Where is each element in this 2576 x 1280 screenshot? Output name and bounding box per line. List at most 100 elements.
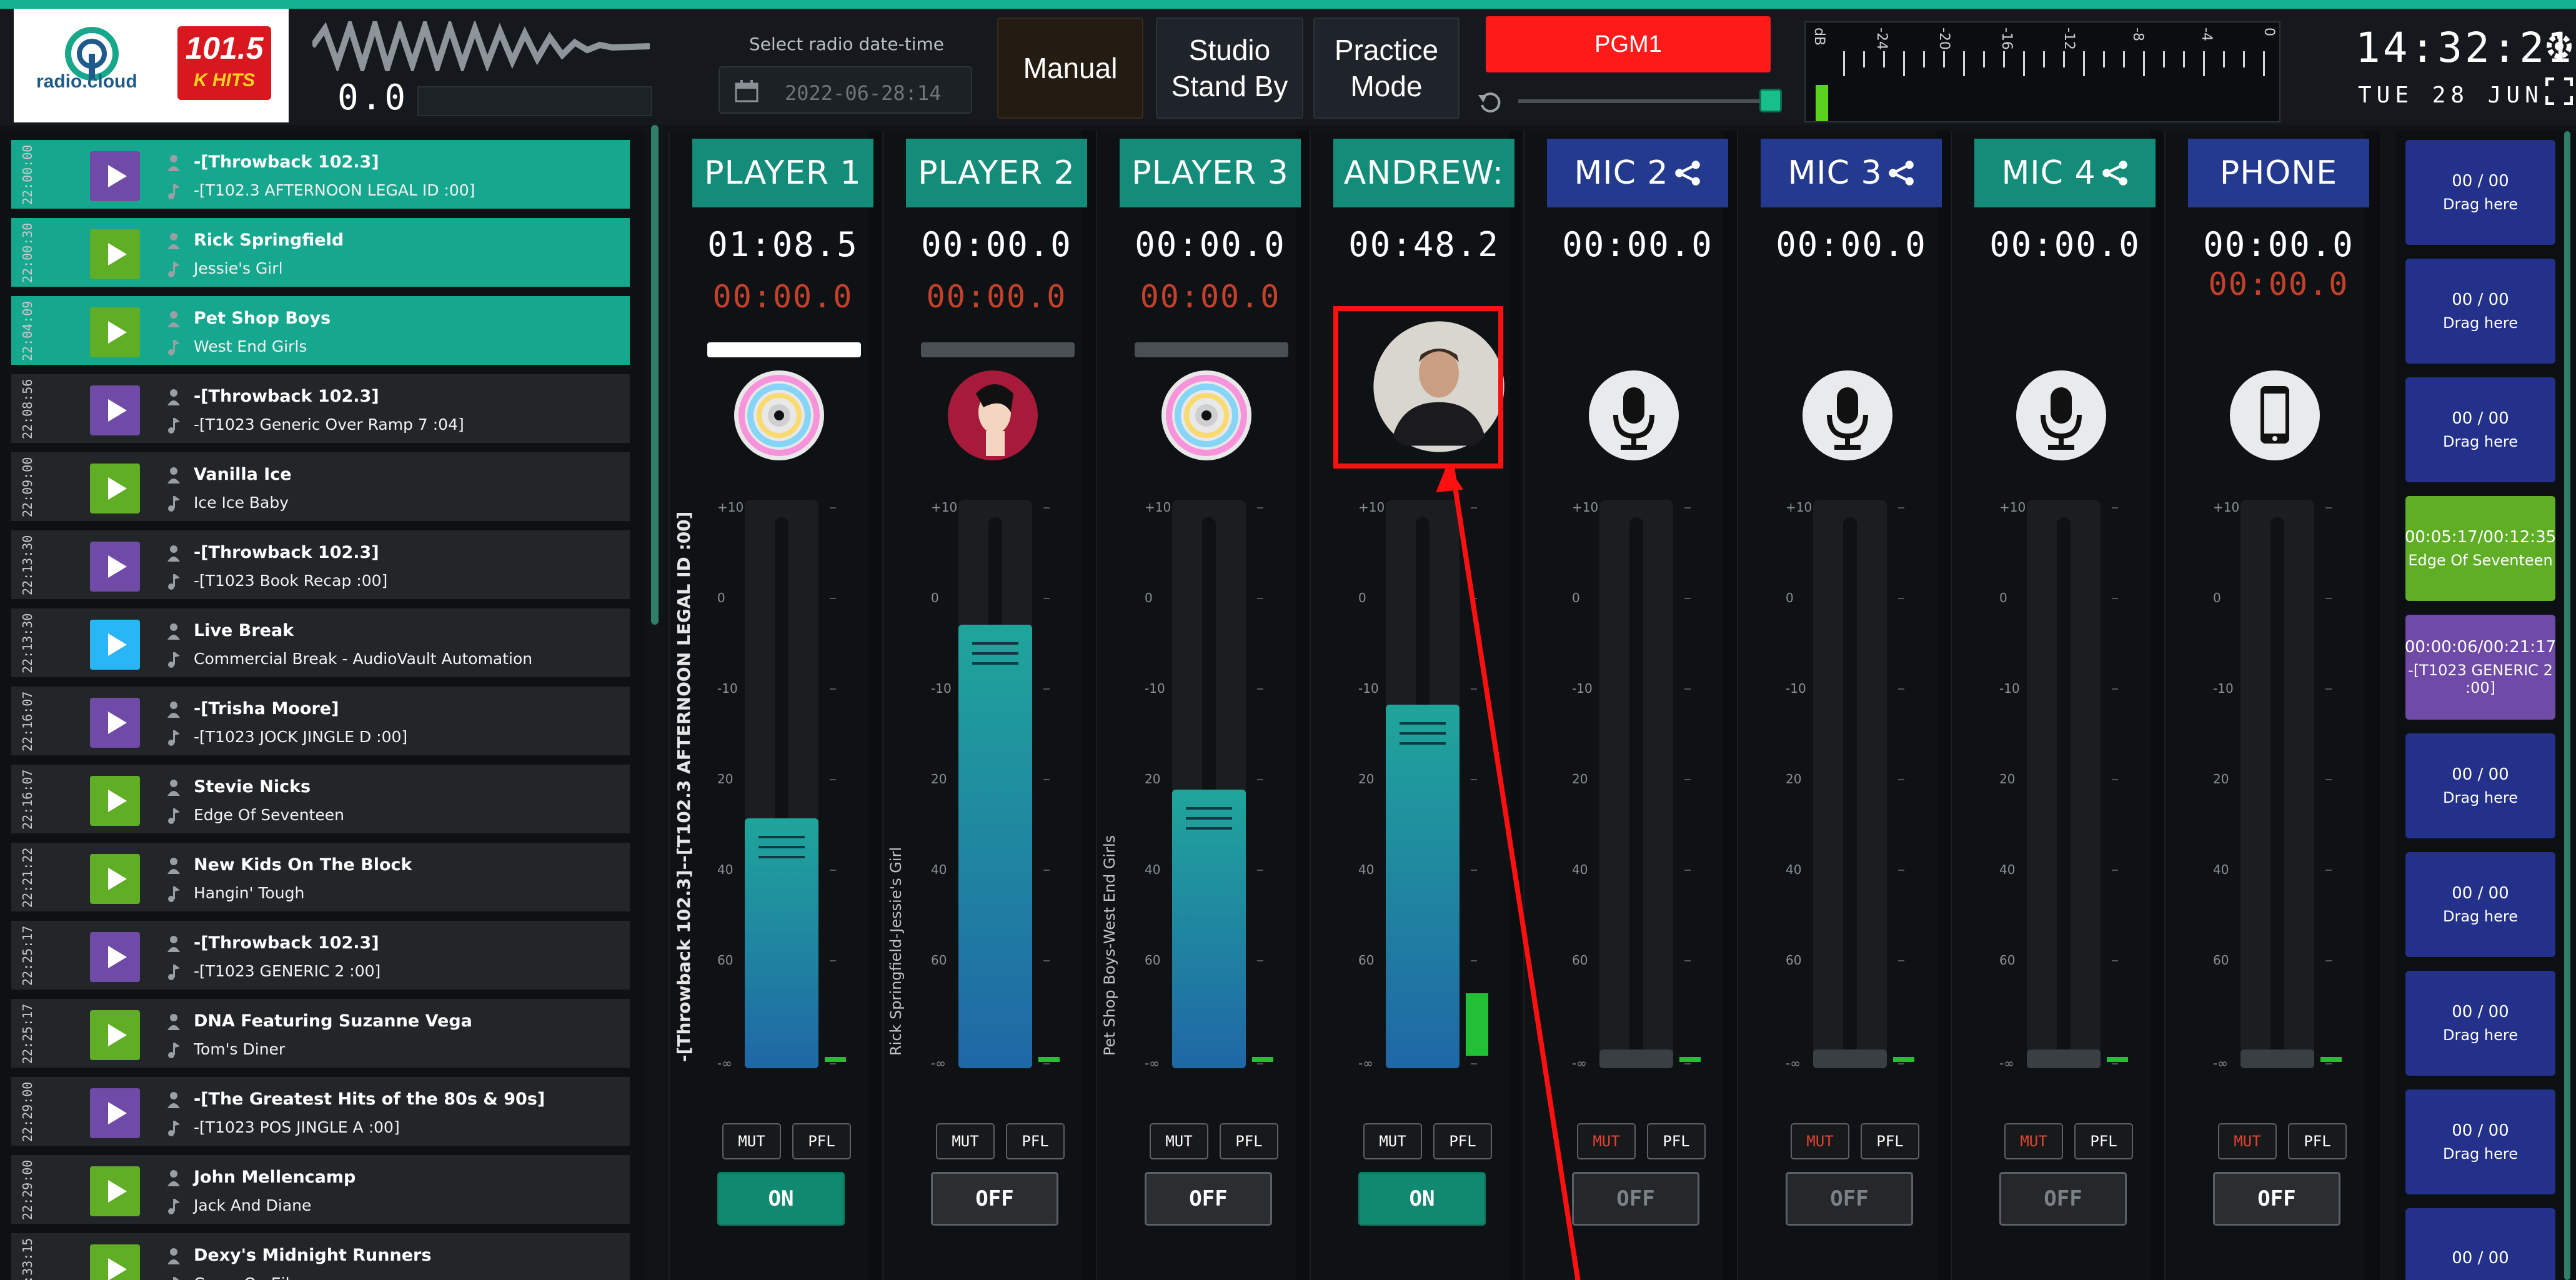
cart-scrollbar[interactable] xyxy=(2564,131,2570,1280)
play-button[interactable] xyxy=(90,229,140,279)
channel-header[interactable]: ANDREW: xyxy=(1333,139,1514,207)
undo-icon[interactable] xyxy=(1477,89,1502,114)
playlist-row[interactable]: 22:08:56 -[Throwback 102.3] -[T1023 Generi… xyxy=(11,374,630,444)
play-button[interactable] xyxy=(90,698,140,748)
fader[interactable] xyxy=(745,500,818,1068)
channel-header[interactable]: MIC 4 xyxy=(1974,139,2156,207)
fader-grip-line[interactable] xyxy=(1400,722,1446,725)
fader-grip-line[interactable] xyxy=(1186,827,1232,830)
fader[interactable] xyxy=(2027,500,2101,1068)
fader[interactable] xyxy=(958,500,1032,1068)
fader-grip-line[interactable] xyxy=(758,856,805,858)
cart-slot[interactable]: 00 / 00 Drag here xyxy=(2405,1089,2555,1194)
playlist-scrollbar[interactable] xyxy=(651,125,659,625)
fader-grip-line[interactable] xyxy=(1400,742,1446,745)
play-button[interactable] xyxy=(90,151,140,201)
mute-button[interactable]: MUT xyxy=(1577,1123,1636,1159)
cart-slot[interactable]: 00 / 00 Drag here xyxy=(2405,971,2555,1076)
channel-on-off-button[interactable]: ON xyxy=(717,1172,845,1226)
cart-slot[interactable]: 00:05:17/00:12:35 Edge Of Seventeen xyxy=(2405,496,2556,601)
manual-button[interactable]: Manual xyxy=(997,17,1143,119)
playlist-row[interactable]: 22:33:15 Dexy's Midnight Runners Come On E… xyxy=(11,1233,630,1280)
pfl-button[interactable]: PFL xyxy=(1433,1123,1492,1159)
playlist-row[interactable]: 22:04:09 Pet Shop Boys West End Girls xyxy=(11,296,630,366)
pgm-slider-track[interactable] xyxy=(1518,99,1774,103)
mute-button[interactable]: MUT xyxy=(1150,1123,1208,1159)
play-button[interactable] xyxy=(90,932,140,982)
fader-grip-line[interactable] xyxy=(972,652,1018,655)
channel-on-off-button[interactable]: OFF xyxy=(1999,1172,2127,1226)
channel-header[interactable]: PHONE xyxy=(2188,139,2369,207)
channel-header[interactable]: PLAYER 2 xyxy=(906,139,1087,207)
pfl-button[interactable]: PFL xyxy=(1861,1123,1919,1159)
playlist-row[interactable]: 22:29:00 John Mellencamp Jack And Diane xyxy=(11,1155,630,1225)
mute-button[interactable]: MUT xyxy=(936,1123,995,1159)
playlist-row[interactable]: 22:00:30 Rick Springfield Jessie's Girl xyxy=(11,218,630,288)
playlist-row[interactable]: 22:16:07 Stevie Nicks Edge Of Seventeen xyxy=(11,765,630,835)
fader-grip-line[interactable] xyxy=(1400,732,1446,735)
share-icon[interactable] xyxy=(2101,159,2129,187)
mute-button[interactable]: MUT xyxy=(2004,1123,2063,1159)
pfl-button[interactable]: PFL xyxy=(1647,1123,1706,1159)
pfl-button[interactable]: PFL xyxy=(2074,1123,2133,1159)
fader-grip-line[interactable] xyxy=(972,642,1018,645)
pgm-slider-handle[interactable] xyxy=(1759,89,1782,112)
channel-header[interactable]: PLAYER 3 xyxy=(1120,139,1301,207)
playlist-row[interactable]: 22:13:30 -[Throwback 102.3] -[T1023 Book R… xyxy=(11,530,630,600)
cart-slot[interactable]: 00 / 00 Drag here xyxy=(2405,733,2555,838)
play-button[interactable] xyxy=(90,854,140,904)
play-button[interactable] xyxy=(90,776,140,826)
fader[interactable] xyxy=(1813,500,1887,1068)
playlist-row[interactable]: 22:09:00 Vanilla Ice Ice Ice Baby xyxy=(11,452,630,522)
cart-slot[interactable]: 00 / 00 Drag here xyxy=(2405,259,2555,364)
play-button[interactable] xyxy=(90,1010,140,1060)
play-button[interactable] xyxy=(90,1244,140,1280)
date-time-picker[interactable]: 2022-06-28:14 xyxy=(719,66,972,114)
practice-mode-button[interactable]: Practice Mode xyxy=(1313,17,1460,119)
channel-header[interactable]: PLAYER 1 xyxy=(692,139,873,207)
channel-on-off-button[interactable]: OFF xyxy=(1572,1172,1699,1226)
mute-button[interactable]: MUT xyxy=(1791,1123,1849,1159)
studio-standby-button[interactable]: Studio Stand By xyxy=(1156,17,1303,119)
cart-slot[interactable]: 00 / 00 Drag here xyxy=(2405,852,2555,957)
fader-grip-line[interactable] xyxy=(1186,807,1232,810)
channel-header[interactable]: MIC 3 xyxy=(1761,139,1942,207)
fader-grip-line[interactable] xyxy=(1186,817,1232,820)
cart-slot[interactable]: 00 / 00 xyxy=(2405,1208,2555,1280)
channel-on-off-button[interactable]: OFF xyxy=(2213,1172,2340,1226)
channel-header[interactable]: MIC 2 xyxy=(1547,139,1728,207)
playlist-row[interactable]: 22:25:17 DNA Featuring Suzanne Vega Tom's … xyxy=(11,999,630,1069)
cart-slot[interactable]: 00 / 00 Drag here xyxy=(2405,140,2555,245)
gear-icon[interactable] xyxy=(2543,30,2575,62)
channel-on-off-button[interactable]: OFF xyxy=(1145,1172,1272,1226)
fader[interactable] xyxy=(2240,500,2314,1068)
playlist-row[interactable]: 22:21:22 New Kids On The Block Hangin' Tou… xyxy=(11,843,630,913)
fader-grip-line[interactable] xyxy=(758,836,805,838)
play-button[interactable] xyxy=(90,1166,140,1216)
fader-grip-line[interactable] xyxy=(758,846,805,848)
play-button[interactable] xyxy=(90,464,140,513)
play-button[interactable] xyxy=(90,620,140,670)
channel-on-off-button[interactable]: OFF xyxy=(1786,1172,1913,1226)
pfl-button[interactable]: PFL xyxy=(1220,1123,1278,1159)
channel-on-off-button[interactable]: OFF xyxy=(931,1172,1058,1226)
pfl-button[interactable]: PFL xyxy=(792,1123,851,1159)
pfl-button[interactable]: PFL xyxy=(1006,1123,1065,1159)
playlist-row[interactable]: 22:29:00 -[The Greatest Hits of the 80s &… xyxy=(11,1077,630,1147)
cart-slot[interactable]: 00 / 00 Drag here xyxy=(2405,377,2555,482)
fader[interactable] xyxy=(1172,500,1246,1068)
playlist-row[interactable]: 22:25:17 -[Throwback 102.3] -[T1023 GENERI… xyxy=(11,921,630,991)
channel-on-off-button[interactable]: ON xyxy=(1358,1172,1486,1226)
share-icon[interactable] xyxy=(1887,159,1915,187)
mute-button[interactable]: MUT xyxy=(2218,1123,2277,1159)
fullscreen-icon[interactable] xyxy=(2545,77,2573,105)
play-button[interactable] xyxy=(90,1088,140,1138)
fader-grip-line[interactable] xyxy=(972,662,1018,665)
share-icon[interactable] xyxy=(1674,159,1701,187)
cart-slot[interactable]: 00:00:06/00:21:17 -[T1023 GENERIC 2 :00] xyxy=(2405,615,2556,720)
mute-button[interactable]: MUT xyxy=(1363,1123,1422,1159)
fader[interactable] xyxy=(1386,500,1460,1068)
pgm-button[interactable]: PGM1 xyxy=(1486,16,1771,72)
playlist-row[interactable]: 22:16:07 -[Trisha Moore] -[T1023 JOCK JING… xyxy=(11,687,630,757)
play-button[interactable] xyxy=(90,385,140,435)
